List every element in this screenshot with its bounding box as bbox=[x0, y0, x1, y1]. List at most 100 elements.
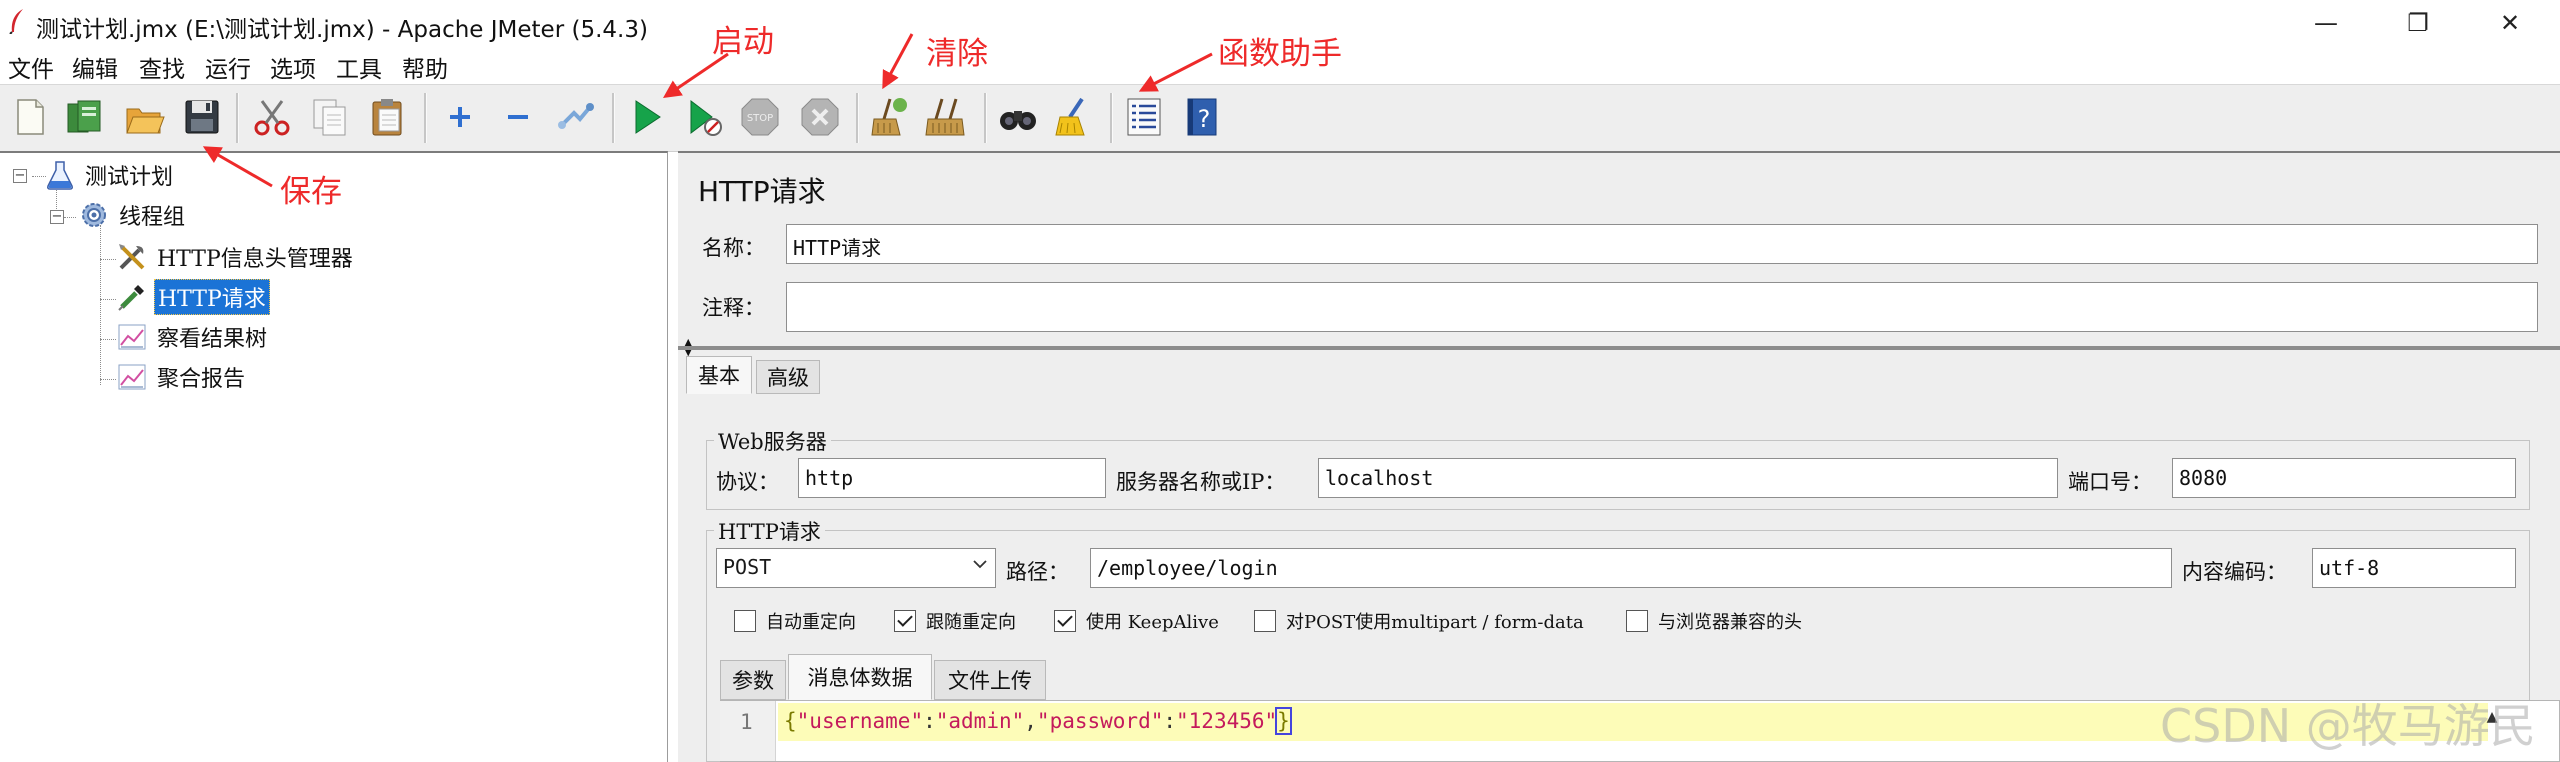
browser-compatible-headers-checkbox[interactable]: 与浏览器兼容的头 bbox=[1626, 608, 1802, 634]
tab-parameters[interactable]: 参数 bbox=[720, 660, 786, 700]
open-icon[interactable] bbox=[122, 95, 166, 139]
toggle-icon[interactable] bbox=[554, 95, 598, 139]
gear-icon bbox=[82, 203, 106, 227]
multipart-checkbox[interactable]: 对POST使用multipart / form-data bbox=[1254, 608, 1584, 634]
clear-all-icon[interactable] bbox=[924, 95, 968, 139]
tools-icon bbox=[119, 244, 145, 270]
protocol-field[interactable]: http bbox=[798, 458, 1106, 498]
cut-icon[interactable] bbox=[250, 95, 294, 139]
copy-icon[interactable] bbox=[308, 95, 352, 139]
templates-icon[interactable] bbox=[62, 95, 106, 139]
collapse-icon[interactable] bbox=[496, 95, 540, 139]
test-plan-tree: − − 测试计划 线程组 HTTP信息头管理器 HTTP请求 察看结果树 聚合报… bbox=[0, 151, 668, 762]
save-icon[interactable] bbox=[180, 95, 224, 139]
tab-basic[interactable]: 基本 bbox=[686, 356, 752, 394]
comment-field[interactable] bbox=[786, 282, 2538, 332]
clear-icon[interactable] bbox=[866, 95, 910, 139]
annotation-function-helper: 函数助手 bbox=[1218, 36, 1342, 72]
menu-search[interactable]: 查找 bbox=[139, 50, 185, 84]
menu-tools[interactable]: 工具 bbox=[336, 50, 382, 84]
tree-node-label: 测试计划 bbox=[85, 165, 174, 190]
code-token: { bbox=[784, 709, 797, 733]
tree-node-label: 聚合报告 bbox=[157, 367, 246, 392]
watermark: CSDN @牧马游民 bbox=[2160, 699, 2536, 753]
tree-node-header-manager[interactable]: HTTP信息头管理器 bbox=[116, 240, 356, 274]
menu-edit[interactable]: 编辑 bbox=[72, 50, 118, 84]
tree-node-http-request[interactable]: HTTP请求 bbox=[116, 279, 270, 315]
server-name-label: 服务器名称或IP： bbox=[1116, 470, 1286, 494]
stop-icon[interactable]: STOP bbox=[738, 95, 782, 139]
tab-advanced[interactable]: 高级 bbox=[756, 360, 820, 394]
svg-text:?: ? bbox=[1198, 105, 1211, 133]
line-number: 1 bbox=[740, 710, 753, 734]
web-server-group-title: Web服务器 bbox=[714, 426, 831, 456]
method-select[interactable]: POST bbox=[716, 548, 996, 588]
menu-options[interactable]: 选项 bbox=[270, 50, 316, 84]
keepalive-checkbox[interactable]: 使用 KeepAlive bbox=[1054, 608, 1219, 634]
method-select-value: POST bbox=[723, 555, 772, 579]
tree-node-results-tree[interactable]: 察看结果树 bbox=[116, 320, 270, 354]
pipette-icon bbox=[118, 285, 144, 311]
tree-collapse-toggle[interactable]: − bbox=[50, 210, 64, 224]
panel-title: HTTP请求 bbox=[698, 175, 826, 208]
jmeter-feather-icon bbox=[9, 9, 23, 34]
checkbox-label: 自动重定向 bbox=[766, 612, 856, 633]
tab-body-data[interactable]: 消息体数据 bbox=[788, 654, 932, 700]
server-name-field[interactable]: localhost bbox=[1318, 458, 2058, 498]
menu-run[interactable]: 运行 bbox=[205, 50, 251, 84]
tree-collapse-toggle[interactable]: − bbox=[13, 169, 27, 183]
tab-file-upload[interactable]: 文件上传 bbox=[934, 660, 1046, 700]
help-icon[interactable]: ? bbox=[1180, 95, 1224, 139]
checkbox-label: 跟随重定向 bbox=[926, 612, 1016, 633]
code-token: , bbox=[1024, 709, 1037, 733]
shutdown-icon[interactable] bbox=[798, 95, 842, 139]
function-helper-icon[interactable] bbox=[1122, 95, 1166, 139]
annotation-clear: 清除 bbox=[926, 36, 988, 72]
code-token: "password" bbox=[1036, 709, 1164, 733]
port-label: 端口号： bbox=[2068, 470, 2152, 494]
chevron-down-icon bbox=[973, 560, 987, 569]
paste-icon[interactable] bbox=[366, 95, 410, 139]
tree-node-thread-group[interactable]: 线程组 bbox=[78, 198, 188, 232]
code-token: "123456" bbox=[1176, 709, 1278, 733]
comment-label: 注释： bbox=[702, 296, 765, 320]
follow-redirect-checkbox[interactable]: 跟随重定向 bbox=[894, 608, 1016, 634]
menu-file[interactable]: 文件 bbox=[8, 50, 54, 84]
tree-node-label: HTTP请求 bbox=[154, 279, 270, 315]
auto-redirect-checkbox[interactable]: 自动重定向 bbox=[734, 608, 856, 634]
code-token: "username" bbox=[796, 709, 924, 733]
toolbar: STOP ? bbox=[0, 84, 2560, 152]
path-field[interactable]: /employee/login bbox=[1090, 548, 2172, 588]
maximize-button[interactable]: ❐ bbox=[2388, 6, 2448, 40]
panel-splitter[interactable] bbox=[678, 346, 2560, 350]
window-title: 测试计划.jmx (E:\测试计划.jmx) - Apache JMeter (… bbox=[36, 17, 648, 43]
code-token: : bbox=[923, 709, 936, 733]
checkbox-label: 使用 KeepAlive bbox=[1086, 612, 1219, 633]
start-no-pause-icon[interactable] bbox=[682, 95, 726, 139]
expand-icon[interactable] bbox=[438, 95, 482, 139]
http-request-group-title: HTTP请求 bbox=[714, 516, 825, 546]
tree-node-label: HTTP信息头管理器 bbox=[157, 247, 353, 272]
annotation-save: 保存 bbox=[280, 174, 342, 210]
code-token: } bbox=[1275, 707, 1292, 735]
path-label: 路径： bbox=[1006, 560, 1069, 584]
tree-node-label: 线程组 bbox=[119, 205, 186, 230]
svg-text:STOP: STOP bbox=[747, 113, 773, 124]
minimize-button[interactable]: — bbox=[2296, 6, 2356, 40]
code-token: "admin" bbox=[935, 709, 1025, 733]
reset-search-icon[interactable] bbox=[1052, 95, 1096, 139]
search-icon[interactable] bbox=[996, 95, 1040, 139]
new-icon[interactable] bbox=[8, 95, 52, 139]
tree-node-aggregate-report[interactable]: 聚合报告 bbox=[116, 360, 248, 394]
close-button[interactable]: ✕ bbox=[2480, 6, 2540, 40]
encoding-field[interactable]: utf-8 bbox=[2312, 548, 2516, 588]
tree-node-test-plan[interactable]: 测试计划 bbox=[44, 158, 176, 192]
flask-icon bbox=[47, 161, 73, 190]
start-icon[interactable] bbox=[624, 95, 668, 139]
name-field[interactable]: HTTP请求 bbox=[786, 224, 2538, 264]
body-json-text[interactable]: {"username":"admin","password":"123456"} bbox=[784, 707, 1292, 735]
protocol-label: 协议： bbox=[716, 470, 779, 494]
port-field[interactable]: 8080 bbox=[2172, 458, 2516, 498]
menu-help[interactable]: 帮助 bbox=[402, 50, 448, 84]
code-token: : bbox=[1163, 709, 1177, 733]
